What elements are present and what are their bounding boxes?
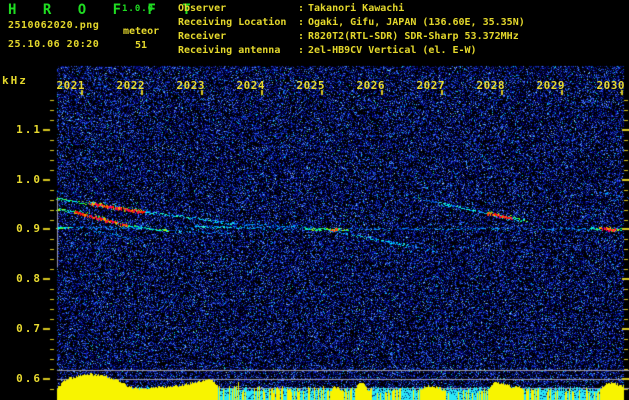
- spectrogram-canvas: [0, 64, 629, 400]
- info-value: Takanori Kawachi: [308, 3, 404, 14]
- time-tick-label: 2024: [231, 79, 265, 92]
- info-colon: :: [298, 2, 308, 16]
- info-value: R820T2(RTL-SDR) SDR-Sharp 53.372MHz: [308, 31, 519, 42]
- info-row: Receiver:R820T2(RTL-SDR) SDR-Sharp 53.37…: [178, 30, 525, 44]
- time-tick-label: 2025: [291, 79, 325, 92]
- info-value: Ogaki, Gifu, JAPAN (136.60E, 35.35N): [308, 17, 525, 28]
- hrofft-window: H R O F F T 1.0.0 2510062020.png meteor …: [0, 0, 629, 400]
- output-filename: 2510062020.png: [8, 20, 99, 31]
- info-colon: :: [298, 44, 308, 58]
- mode-label: meteor: [123, 26, 159, 37]
- info-row: Receiving antenna:2el-HB9CV Vertical (el…: [178, 44, 525, 58]
- time-tick-label: 2026: [351, 79, 385, 92]
- freq-tick-label: 1.0: [0, 173, 42, 186]
- time-tick-label: 2029: [531, 79, 565, 92]
- time-tick-label: 2021: [51, 79, 85, 92]
- info-value: 2el-HB9CV Vertical (el. E-W): [308, 45, 477, 56]
- echo-count: 51: [135, 40, 147, 51]
- info-label: Receiving antenna: [178, 44, 298, 58]
- info-colon: :: [298, 16, 308, 30]
- info-colon: :: [298, 30, 308, 44]
- datetime-label: 25.10.06 20:20: [8, 39, 99, 50]
- app-version: 1.0.0: [122, 4, 154, 14]
- freq-tick-label: 1.1: [0, 123, 42, 136]
- freq-tick-label: 0.8: [0, 272, 42, 285]
- info-label: Receiver: [178, 30, 298, 44]
- info-row: Observer:Takanori Kawachi: [178, 2, 525, 16]
- info-label: Receiving Location: [178, 16, 298, 30]
- info-row: Receiving Location:Ogaki, Gifu, JAPAN (1…: [178, 16, 525, 30]
- freq-tick-label: 0.9: [0, 222, 42, 235]
- time-tick-label: 2022: [111, 79, 145, 92]
- time-tick-label: 2023: [171, 79, 205, 92]
- app-title: H R O F F T: [8, 2, 200, 18]
- time-tick-label: 2027: [411, 79, 445, 92]
- station-info-block: Observer:Takanori KawachiReceiving Locat…: [178, 2, 525, 58]
- time-tick-label: 2028: [471, 79, 505, 92]
- info-label: Observer: [178, 2, 298, 16]
- freq-tick-label: 0.6: [0, 372, 42, 385]
- freq-tick-label: 0.7: [0, 322, 42, 335]
- khz-axis-label: kHz: [2, 74, 28, 87]
- time-tick-label: 2030: [591, 79, 625, 92]
